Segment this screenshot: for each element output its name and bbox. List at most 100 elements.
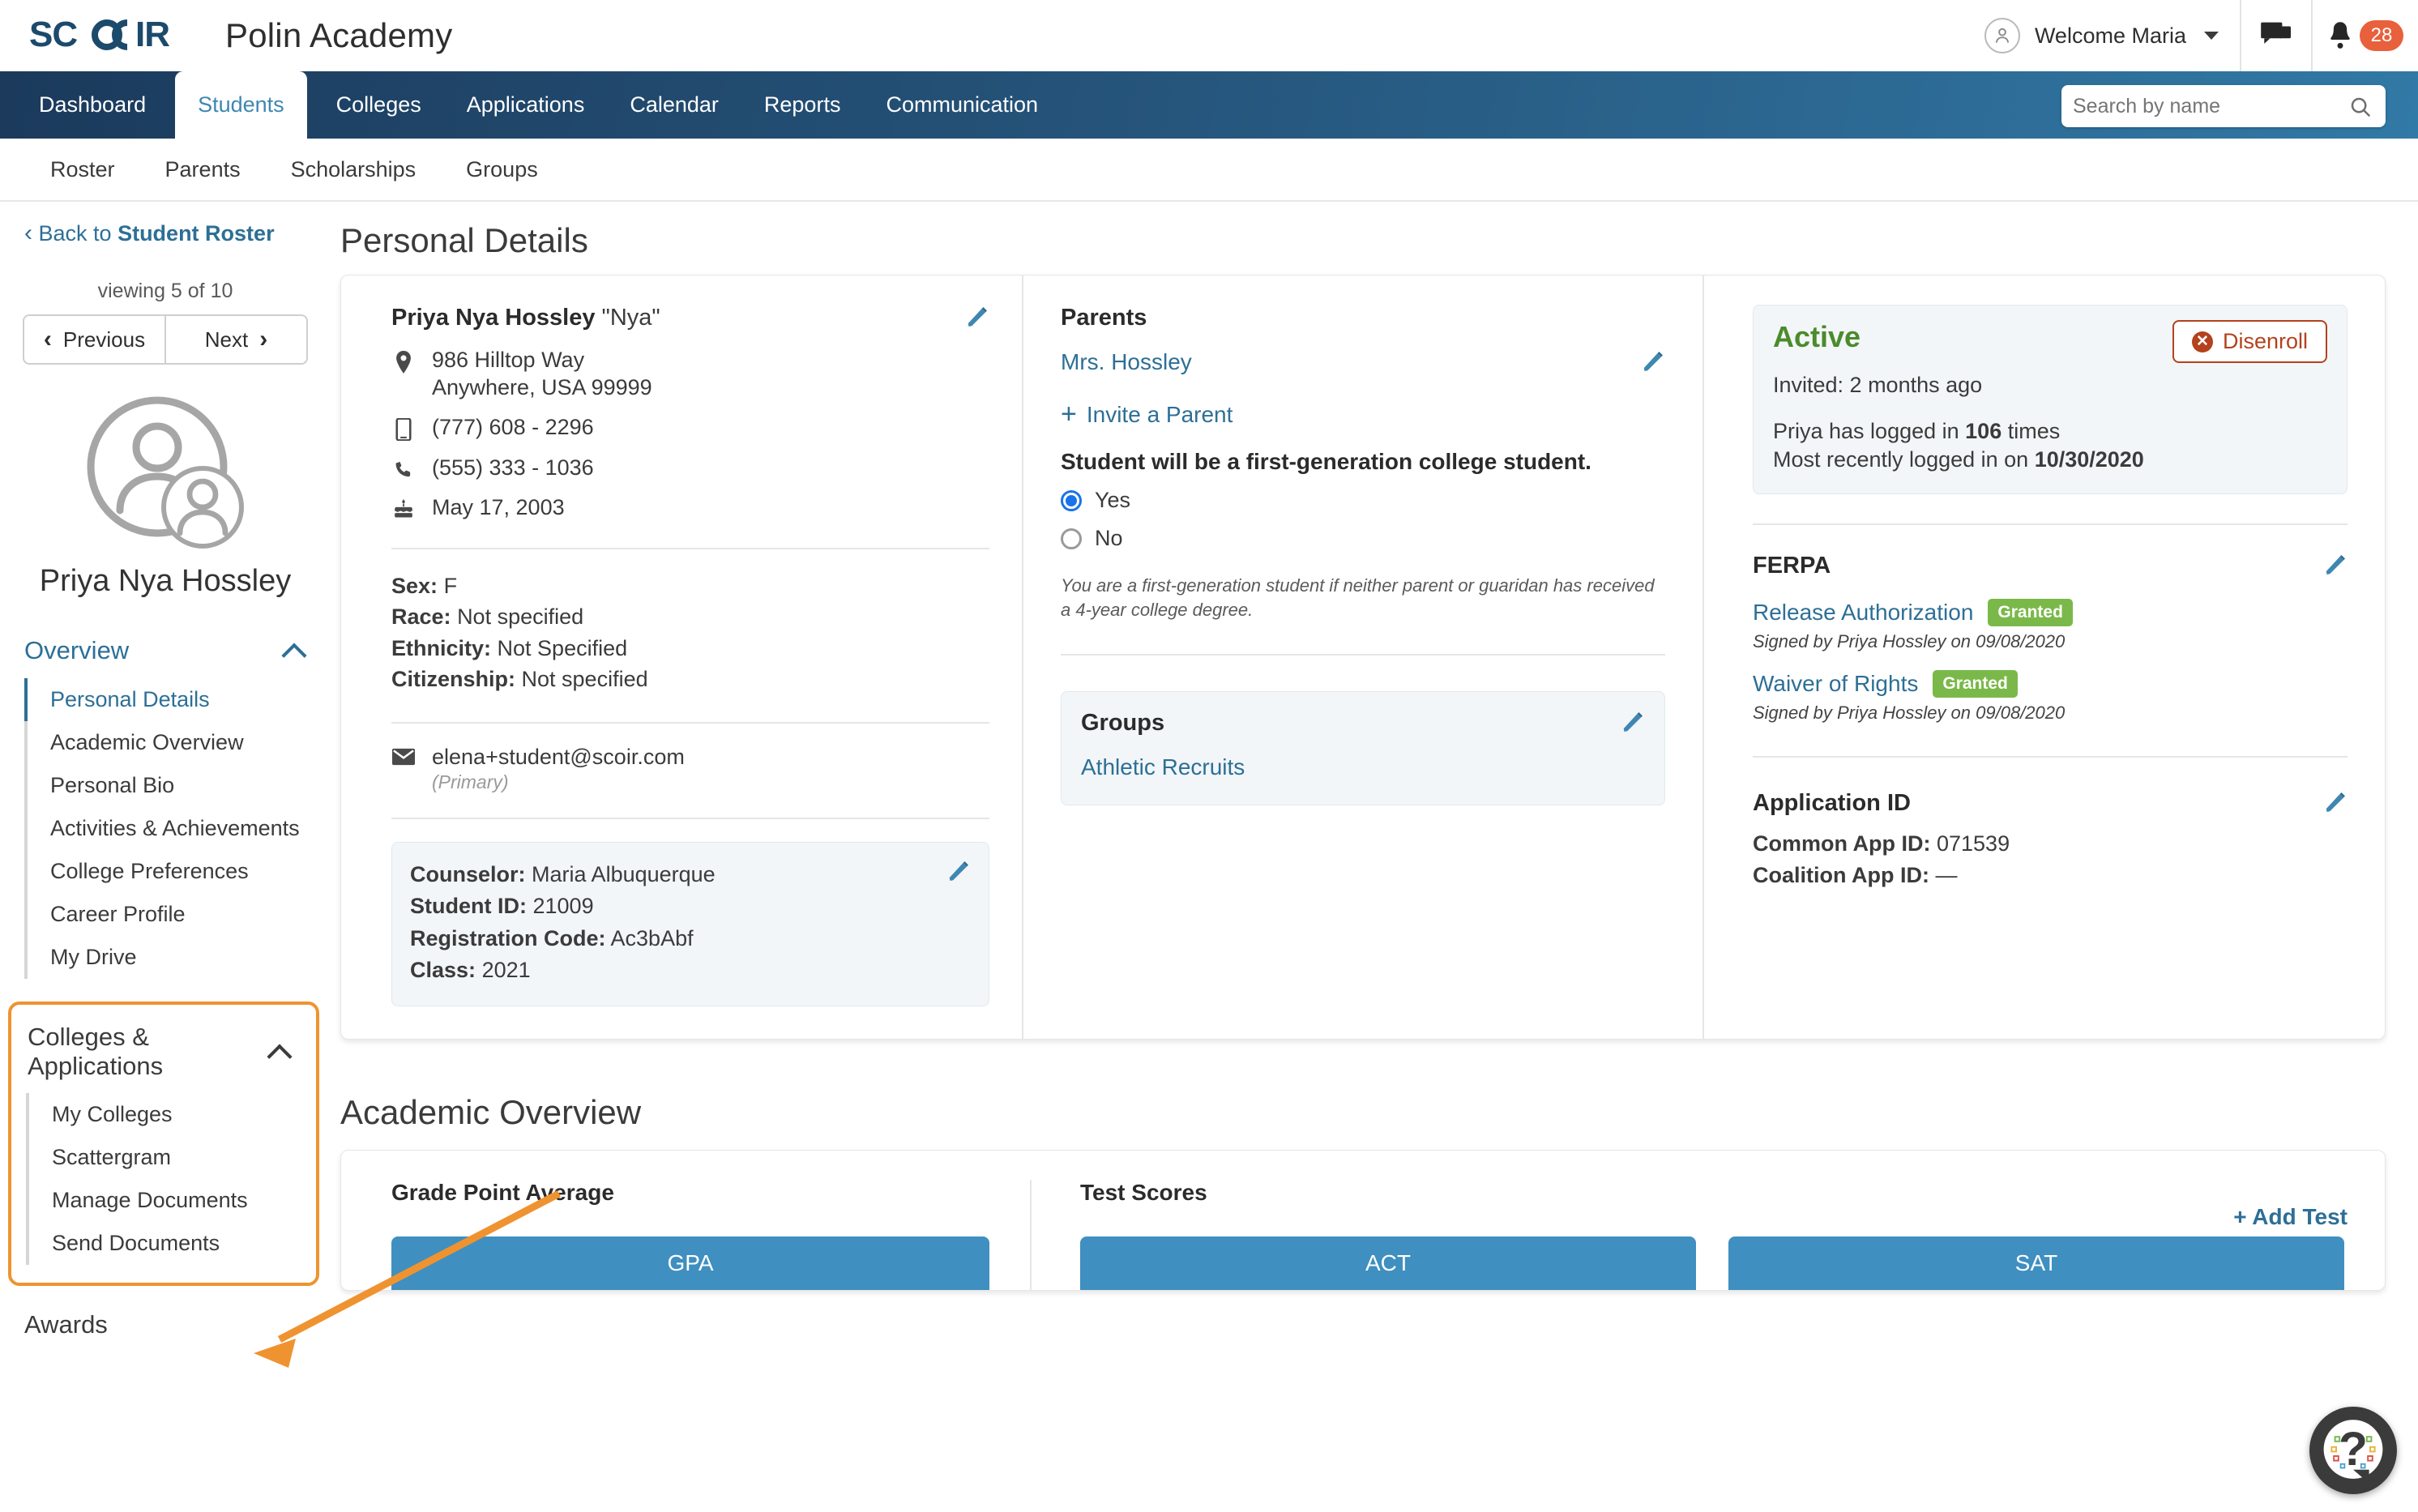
notifications-button[interactable]: 28 — [2313, 0, 2418, 71]
recent-login-text: Most recently logged in on 10/30/2020 — [1773, 447, 2327, 472]
radio-no-label: No — [1095, 526, 1123, 550]
sidebar-item-personal-bio[interactable]: Personal Bio — [28, 764, 331, 807]
top-header: SC IR Polin Academy Welcome Maria 28 — [0, 0, 2418, 71]
messages-button[interactable] — [2241, 0, 2313, 71]
edit-application-id-button[interactable] — [2323, 790, 2348, 818]
sidebar-item-college-preferences[interactable]: College Preferences — [28, 850, 331, 893]
subnav-scholarships[interactable]: Scholarships — [270, 157, 438, 182]
first-gen-option-yes[interactable]: Yes — [1061, 488, 1665, 513]
search-input[interactable] — [2061, 85, 2386, 127]
subnav-parents[interactable]: Parents — [144, 157, 262, 182]
ferpa-section: FERPA Release Authorization Granted Sign… — [1753, 553, 2348, 724]
login-count-text: Priya has logged in 106 times — [1773, 419, 2327, 444]
release-authorization-signed: Signed by Priya Hossley on 09/08/2020 — [1753, 631, 2066, 651]
group-link[interactable]: Athletic Recruits — [1081, 754, 1645, 780]
birthday-value: May 17, 2003 — [432, 495, 565, 519]
divider — [391, 818, 989, 820]
common-app-id-value: 071539 — [1936, 831, 2010, 856]
parent-link[interactable]: Mrs. Hossley — [1061, 349, 1192, 375]
student-id-label: Student ID: — [410, 894, 527, 919]
sidebar-item-personal-details[interactable]: Personal Details — [24, 678, 331, 721]
counselor-value: Maria Albuquerque — [532, 862, 716, 887]
nav-applications[interactable]: Applications — [444, 71, 608, 139]
edit-personal-details-button[interactable] — [965, 305, 989, 333]
disenroll-button[interactable]: ✕ Disenroll — [2172, 320, 2327, 363]
coalition-app-id-label: Coalition App ID: — [1753, 863, 1929, 887]
pencil-icon — [968, 307, 987, 327]
act-bar[interactable]: ACT — [1080, 1236, 1696, 1290]
login-suffix: times — [2001, 419, 2061, 443]
nav-colleges[interactable]: Colleges — [314, 71, 444, 139]
groups-title: Groups — [1081, 710, 1165, 737]
address-line-1: 986 Hilltop Way — [432, 348, 585, 372]
email-row: elena+student@scoir.com — [391, 745, 989, 770]
page-title: Personal Details — [340, 221, 588, 259]
nav-dashboard[interactable]: Dashboard — [16, 71, 169, 139]
edit-counselor-button[interactable] — [946, 859, 971, 887]
academic-overview-card: Grade Point Average GPA Test Scores + Ad… — [340, 1149, 2386, 1291]
nav-reports[interactable]: Reports — [741, 71, 864, 139]
nav-calendar[interactable]: Calendar — [607, 71, 741, 139]
sidebar-item-manage-documents[interactable]: Manage Documents — [29, 1179, 316, 1222]
sidebar-overview-items: Personal Details Academic Overview Perso… — [24, 678, 331, 979]
edit-parents-button[interactable] — [1641, 349, 1665, 378]
invite-parent-button[interactable]: + Invite a Parent — [1061, 400, 1665, 428]
back-prefix: Back to — [38, 221, 118, 246]
address-line-2: Anywhere, USA 99999 — [432, 375, 652, 399]
nav-communication[interactable]: Communication — [863, 71, 1061, 139]
sidebar-item-academic-overview[interactable]: Academic Overview — [28, 721, 331, 764]
pencil-icon — [2326, 792, 2345, 812]
coalition-app-id-value: — — [1935, 863, 1958, 887]
back-target: Student Roster — [117, 221, 275, 246]
sidebar-section-awards[interactable]: Awards — [0, 1310, 331, 1339]
release-authorization-badge: Granted — [1988, 599, 2073, 626]
sidebar-section-overview[interactable]: Overview — [0, 636, 331, 665]
parents-column: Parents Mrs. Hossley + Invite a Parent S… — [1022, 275, 1702, 1039]
radio-yes[interactable] — [1061, 489, 1082, 511]
header-actions: Welcome Maria 28 — [1984, 0, 2418, 71]
scoir-logo[interactable]: SC IR — [29, 17, 183, 54]
envelope-icon — [391, 745, 416, 766]
add-test-button[interactable]: + Add Test — [2233, 1204, 2348, 1230]
next-button[interactable]: Next › — [166, 316, 306, 363]
student-full-name: Priya Nya Hossley "Nya" — [391, 305, 660, 331]
sidebar-item-activities-achievements[interactable]: Activities & Achievements — [28, 807, 331, 850]
student-nickname: "Nya" — [601, 305, 660, 331]
divider — [1753, 523, 2348, 525]
user-menu[interactable]: Welcome Maria — [1984, 0, 2241, 71]
parents-title: Parents — [1061, 305, 1147, 331]
release-authorization-link[interactable]: Release Authorization — [1753, 600, 1973, 626]
gpa-bar[interactable]: GPA — [391, 1236, 989, 1290]
edit-groups-button[interactable] — [1621, 710, 1645, 738]
radio-no[interactable] — [1061, 527, 1082, 549]
previous-button[interactable]: ‹ Previous — [24, 316, 166, 363]
next-label: Next — [204, 327, 249, 352]
sidebar-item-scattergram[interactable]: Scattergram — [29, 1136, 316, 1179]
subnav-groups[interactable]: Groups — [445, 157, 559, 182]
edit-ferpa-button[interactable] — [2323, 553, 2348, 581]
student-info-column: Priya Nya Hossley "Nya" 986 Hilltop Way … — [341, 275, 1022, 1039]
sat-bar[interactable]: SAT — [1728, 1236, 2344, 1290]
sidebar-section-colleges-applications[interactable]: Colleges & Applications — [11, 1023, 316, 1080]
sidebar-item-my-drive[interactable]: My Drive — [28, 936, 331, 979]
student-sidebar: ‹ Back to Student Roster viewing 5 of 10… — [0, 202, 331, 1512]
chevron-right-icon: › — [259, 326, 268, 352]
back-to-roster-link[interactable]: ‹ Back to Student Roster — [0, 220, 331, 247]
sidebar-item-send-documents[interactable]: Send Documents — [29, 1222, 316, 1265]
sex-label: Sex: — [391, 574, 438, 598]
application-id-section: Application ID Common App ID: 071539 Coa… — [1753, 790, 2348, 888]
sidebar-highlight-box: Colleges & Applications My Colleges Scat… — [8, 1002, 319, 1287]
sidebar-item-career-profile[interactable]: Career Profile — [28, 893, 331, 936]
subnav-roster[interactable]: Roster — [29, 157, 136, 182]
pencil-icon — [2326, 555, 2345, 574]
test-scores-heading: Test Scores — [1080, 1179, 1207, 1205]
first-gen-option-no[interactable]: No — [1061, 526, 1665, 551]
nav-students[interactable]: Students — [175, 71, 307, 139]
waiver-of-rights-link[interactable]: Waiver of Rights — [1753, 671, 1918, 697]
chevron-down-icon — [2204, 32, 2219, 40]
help-button[interactable]: ? — [2309, 1407, 2397, 1494]
location-pin-icon — [391, 348, 416, 374]
address-row: 986 Hilltop Way — [391, 348, 989, 374]
notification-count-badge: 28 — [2359, 20, 2404, 51]
sidebar-item-my-colleges[interactable]: My Colleges — [29, 1093, 316, 1136]
